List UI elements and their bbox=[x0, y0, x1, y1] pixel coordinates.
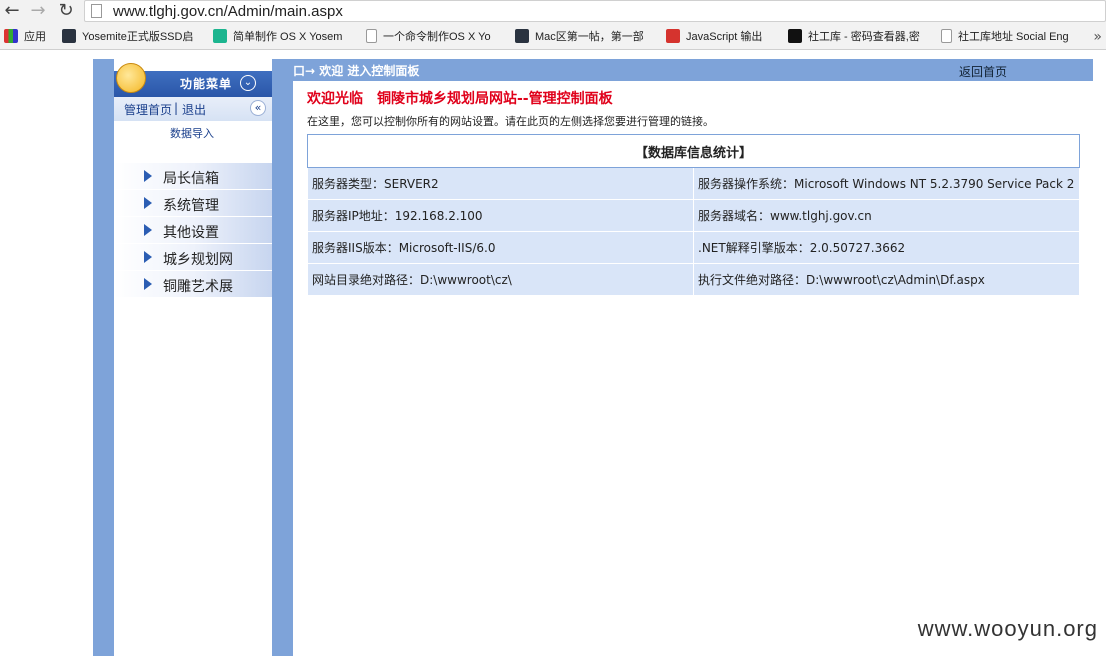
admin-home-link[interactable]: 管理首页 bbox=[124, 101, 172, 118]
sidebar-item-system[interactable]: 系统管理 bbox=[114, 190, 272, 217]
more-bookmarks-icon[interactable]: » bbox=[1093, 28, 1102, 46]
sidebar-links: 管理首页 | 退出 « bbox=[114, 97, 272, 121]
table-row: 服务器IP地址：192.168.2.100 服务器域名：www.tlghj.gov… bbox=[307, 199, 1080, 232]
frame-divider bbox=[272, 59, 293, 656]
triangle-right-icon bbox=[144, 251, 152, 263]
welcome-heading: 欢迎光临 铜陵市城乡规划局网站--管理控制面板 bbox=[307, 91, 613, 107]
table-row: 网站目录绝对路径：D:\wwwroot\cz\ 执行文件绝对路径：D:\wwwro… bbox=[307, 263, 1080, 296]
triangle-right-icon bbox=[144, 278, 152, 290]
bookmark-item[interactable]: 简单制作 OS X Yosem bbox=[213, 28, 351, 46]
bookmark-item[interactable]: 社工库地址 Social Eng bbox=[941, 28, 1081, 46]
table-cell: 网站目录绝对路径：D:\wwwroot\cz\ bbox=[307, 263, 694, 296]
bookmark-item[interactable]: Yosemite正式版SSD启 bbox=[62, 28, 200, 46]
sidebar-item-bronze[interactable]: 铜雕艺术展 bbox=[114, 271, 272, 298]
bookmark-item[interactable]: 一个命令制作OS X Yo bbox=[366, 28, 502, 46]
data-import-link[interactable]: 数据导入 bbox=[170, 125, 214, 141]
bookmarks-bar: 应用 Yosemite正式版SSD启 简单制作 OS X Yosem 一个命令制… bbox=[0, 25, 1106, 50]
logout-link[interactable]: 退出 bbox=[182, 101, 206, 118]
app-icon bbox=[62, 29, 76, 43]
bookmark-item[interactable]: 社工库 - 密码查看器,密 bbox=[788, 28, 928, 46]
link-separator: | bbox=[174, 101, 179, 115]
url-text[interactable]: www.tlghj.gov.cn/Admin/main.aspx bbox=[113, 2, 343, 21]
bookmark-item[interactable]: Mac区第一帖，第一部 bbox=[515, 28, 651, 46]
browser-chrome: ← → ↻ www.tlghj.gov.cn/Admin/main.aspx 应… bbox=[0, 0, 1106, 50]
bookmark-apps[interactable]: 应用 bbox=[4, 28, 48, 46]
table-row: 服务器IIS版本：Microsoft-IIS/6.0 .NET解释引擎版本：2.0… bbox=[307, 231, 1080, 264]
table-cell: 服务器操作系统：Microsoft Windows NT 5.2.3790 Se… bbox=[693, 167, 1080, 200]
reload-icon[interactable]: ↻ bbox=[56, 1, 76, 21]
sidebar-header: 功能菜单 ⌄ bbox=[114, 63, 272, 97]
left-frame-border bbox=[93, 59, 114, 656]
back-arrow-icon[interactable]: ← bbox=[2, 1, 22, 21]
table-cell: 服务器类型：SERVER2 bbox=[307, 167, 694, 200]
sidebar-menu: 局长信箱 系统管理 其他设置 城乡规划网 铜雕艺术展 bbox=[114, 163, 272, 298]
collapse-icon[interactable]: « bbox=[250, 100, 266, 116]
table-row: 服务器类型：SERVER2 服务器操作系统：Microsoft Windows N… bbox=[307, 167, 1080, 200]
sidebar: 功能菜单 ⌄ 管理首页 | 退出 « 数据导入 局长信箱 系统管理 其他设置 城… bbox=[114, 59, 272, 656]
breadcrumb: 口→ 欢迎 进入控制面板 bbox=[293, 64, 420, 78]
browser-toolbar: ← → ↻ www.tlghj.gov.cn/Admin/main.aspx bbox=[0, 0, 1106, 24]
page-icon bbox=[366, 29, 377, 43]
table-cell: 服务器域名：www.tlghj.gov.cn bbox=[693, 199, 1080, 232]
pw-icon bbox=[788, 29, 802, 43]
table-cell: 服务器IIS版本：Microsoft-IIS/6.0 bbox=[307, 231, 694, 264]
table-cell: 执行文件绝对路径：D:\wwwroot\cz\Admin\Df.aspx bbox=[693, 263, 1080, 296]
forward-arrow-icon[interactable]: → bbox=[28, 1, 48, 21]
triangle-right-icon bbox=[144, 170, 152, 182]
page-icon bbox=[91, 4, 102, 18]
logo-icon bbox=[116, 63, 146, 93]
app-icon bbox=[515, 29, 529, 43]
chevron-down-icon[interactable]: ⌄ bbox=[240, 75, 256, 91]
address-bar[interactable]: www.tlghj.gov.cn/Admin/main.aspx bbox=[84, 0, 1106, 22]
page-icon bbox=[941, 29, 952, 43]
table-cell: 服务器IP地址：192.168.2.100 bbox=[307, 199, 694, 232]
triangle-right-icon bbox=[144, 197, 152, 209]
check-icon bbox=[213, 29, 227, 43]
intro-text: 在这里，您可以控制你所有的网站设置。请在此页的左侧选择您要进行管理的链接。 bbox=[307, 115, 714, 128]
sidebar-item-mailbox[interactable]: 局长信箱 bbox=[114, 163, 272, 190]
triangle-right-icon bbox=[144, 224, 152, 236]
server-info-table: 【数据库信息统计】 服务器类型：SERVER2 服务器操作系统：Microsoft… bbox=[307, 134, 1080, 296]
sidebar-item-settings[interactable]: 其他设置 bbox=[114, 217, 272, 244]
back-home-link[interactable]: 返回首页 bbox=[959, 63, 1007, 80]
sidebar-title: 功能菜单 bbox=[180, 77, 233, 91]
apps-grid-icon bbox=[4, 29, 18, 43]
table-cell: .NET解释引擎版本：2.0.50727.3662 bbox=[693, 231, 1080, 264]
w3-icon bbox=[666, 29, 680, 43]
content-topbar: 口→ 欢迎 进入控制面板 返回首页 bbox=[293, 59, 1093, 81]
bookmark-item[interactable]: JavaScript 输出 bbox=[666, 28, 778, 46]
watermark: www.wooyun.org bbox=[917, 616, 1098, 641]
sidebar-item-planning[interactable]: 城乡规划网 bbox=[114, 244, 272, 271]
table-title: 【数据库信息统计】 bbox=[307, 134, 1080, 168]
page-content: 功能菜单 ⌄ 管理首页 | 退出 « 数据导入 局长信箱 系统管理 其他设置 城… bbox=[0, 51, 1106, 656]
